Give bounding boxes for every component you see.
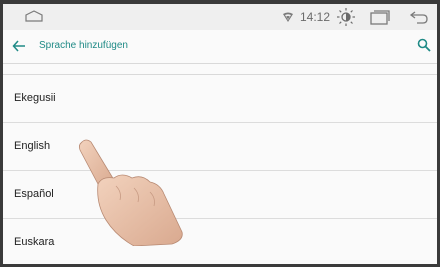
status-time: 14:12 — [300, 10, 331, 24]
language-label: English — [14, 140, 51, 152]
language-label: Euskara — [14, 236, 55, 248]
search-icon[interactable] — [417, 38, 431, 52]
list-item[interactable]: Ekegusii — [3, 75, 437, 123]
device-screen: 14:12 Sprache hinzufügen Ekegusii Englis… — [0, 0, 440, 267]
recents-icon[interactable] — [369, 9, 391, 25]
status-bar: 14:12 — [3, 4, 437, 30]
app-bar: Sprache hinzufügen — [3, 30, 437, 64]
wifi-icon — [283, 12, 293, 22]
language-label: Ekegusii — [14, 92, 56, 104]
list-item[interactable]: Español — [3, 171, 437, 219]
language-label: Español — [14, 188, 54, 200]
home-outline-icon[interactable] — [25, 10, 43, 22]
back-arrow-icon[interactable] — [409, 10, 429, 24]
list-item[interactable]: Euskara — [3, 219, 437, 264]
language-list: Ekegusii English Español Euskara — [3, 70, 437, 264]
brightness-icon[interactable] — [336, 7, 356, 27]
page-title: Sprache hinzufügen — [39, 40, 128, 51]
list-item[interactable]: English — [3, 123, 437, 171]
arrow-left-icon[interactable] — [12, 39, 26, 53]
